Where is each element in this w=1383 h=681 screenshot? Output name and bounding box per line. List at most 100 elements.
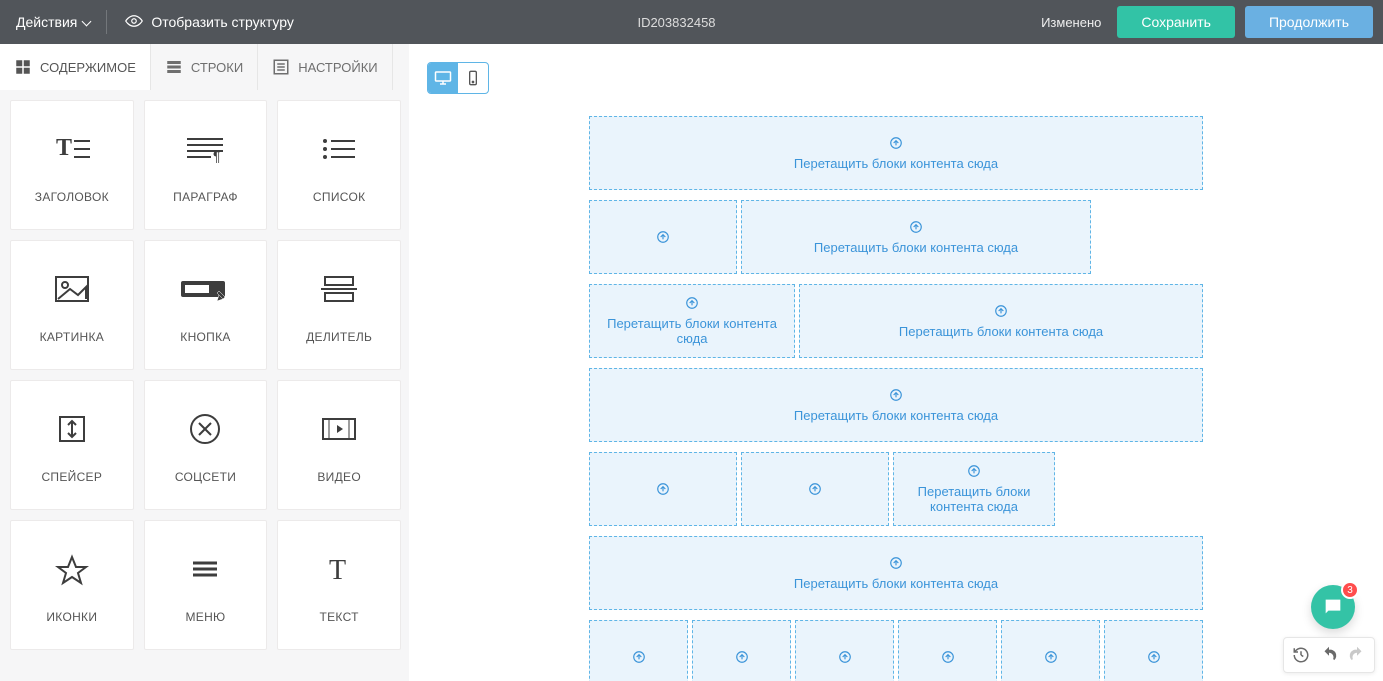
svg-text:T: T (56, 135, 72, 161)
drop-zone[interactable] (1104, 620, 1203, 681)
block-paragraph[interactable]: ¶ ПАРАГРАФ (144, 100, 268, 230)
drop-zone[interactable] (589, 620, 688, 681)
block-spacer[interactable]: СПЕЙСЕР (10, 380, 134, 510)
content-blocks-list: T ЗАГОЛОВОК ¶ ПАРАГРАФ СПИСОК (0, 90, 409, 681)
tab-rows[interactable]: СТРОКИ (151, 44, 258, 90)
continue-button[interactable]: Продолжить (1245, 6, 1373, 38)
device-mobile-button[interactable] (458, 63, 488, 93)
drop-zone[interactable]: Перетащить блоки контента сюда (893, 452, 1055, 526)
block-menu-label: МЕНЮ (185, 610, 225, 624)
actions-menu-label: Действия (16, 14, 77, 30)
document-id: ID203832458 (312, 15, 1041, 30)
drop-zone[interactable] (898, 620, 997, 681)
arrow-up-circle-icon (889, 388, 903, 402)
history-button[interactable] (1288, 642, 1314, 668)
block-divider[interactable]: ДЕЛИТЕЛЬ (277, 240, 401, 370)
text-icon: T (317, 546, 361, 592)
drop-row: Перетащить блоки контента сюда (589, 200, 1203, 274)
block-heading[interactable]: T ЗАГОЛОВОК (10, 100, 134, 230)
drop-hint-text: Перетащить блоки контента сюда (794, 408, 998, 423)
block-divider-label: ДЕЛИТЕЛЬ (306, 330, 372, 344)
spacer-icon (50, 406, 94, 452)
social-icon (183, 406, 227, 452)
chat-badge: 3 (1341, 581, 1359, 599)
template-area: Перетащить блоки контента сюда Перетащить… (589, 64, 1203, 681)
drop-zone[interactable]: Перетащить блоки контента сюда (589, 368, 1203, 442)
block-video-label: ВИДЕО (317, 470, 361, 484)
save-button[interactable]: Сохранить (1117, 6, 1235, 38)
drop-zone[interactable] (692, 620, 791, 681)
undo-button[interactable] (1316, 642, 1342, 668)
tab-rows-label: СТРОКИ (191, 60, 243, 75)
block-icons-label: ИКОНКИ (46, 610, 97, 624)
eye-icon (125, 12, 143, 33)
drop-zone[interactable] (795, 620, 894, 681)
show-structure-label: Отобразить структуру (151, 14, 294, 30)
drop-zone[interactable]: Перетащить блоки контента сюда (589, 116, 1203, 190)
drop-zone[interactable]: Перетащить блоки контента сюда (589, 536, 1203, 610)
arrow-up-circle-icon (808, 482, 822, 496)
drop-zone[interactable]: Перетащить блоки контента сюда (589, 284, 795, 358)
drop-zone[interactable] (741, 452, 889, 526)
block-spacer-label: СПЕЙСЕР (41, 470, 102, 484)
status-label: Изменено (1041, 15, 1101, 30)
svg-text:T: T (329, 555, 346, 586)
tab-content[interactable]: СОДЕРЖИМОЕ (0, 44, 151, 90)
arrow-up-circle-icon (1147, 650, 1161, 664)
block-button-label: КНОПКА (180, 330, 230, 344)
block-social-label: СОЦСЕТИ (175, 470, 236, 484)
device-desktop-button[interactable] (428, 63, 458, 93)
actions-menu-button[interactable]: Действия (0, 0, 106, 44)
arrow-up-circle-icon (909, 220, 923, 234)
redo-button[interactable] (1344, 642, 1370, 668)
chat-widget[interactable]: 3 (1311, 585, 1355, 629)
block-text-label: ТЕКСТ (320, 610, 359, 624)
block-icons[interactable]: ИКОНКИ (10, 520, 134, 650)
block-text[interactable]: T ТЕКСТ (277, 520, 401, 650)
arrow-up-circle-icon (889, 136, 903, 150)
sidebar-tabs: СОДЕРЖИМОЕ СТРОКИ НАСТРОЙКИ (0, 44, 409, 90)
topbar: Действия Отобразить структуру ID20383245… (0, 0, 1383, 44)
block-menu[interactable]: МЕНЮ (144, 520, 268, 650)
arrow-up-circle-icon (685, 296, 699, 310)
arrow-up-circle-icon (735, 650, 749, 664)
history-bar (1283, 637, 1375, 673)
block-button[interactable]: КНОПКА (144, 240, 268, 370)
arrow-up-circle-icon (994, 304, 1008, 318)
drop-zone[interactable] (589, 200, 737, 274)
block-heading-label: ЗАГОЛОВОК (35, 190, 109, 204)
block-list-label: СПИСОК (313, 190, 365, 204)
block-social[interactable]: СОЦСЕТИ (144, 380, 268, 510)
block-paragraph-label: ПАРАГРАФ (173, 190, 238, 204)
drop-zone[interactable] (589, 452, 737, 526)
drop-zone[interactable] (1001, 620, 1100, 681)
block-image[interactable]: КАРТИНКА (10, 240, 134, 370)
drop-row: Перетащить блоки контента сюда (589, 116, 1203, 190)
drop-hint-text: Перетащить блоки контента сюда (814, 240, 1018, 255)
drop-zone[interactable]: Перетащить блоки контента сюда (799, 284, 1203, 358)
svg-text:¶: ¶ (213, 148, 221, 164)
arrow-up-circle-icon (838, 650, 852, 664)
video-icon (317, 406, 361, 452)
block-video[interactable]: ВИДЕО (277, 380, 401, 510)
block-image-label: КАРТИНКА (40, 330, 104, 344)
tab-settings[interactable]: НАСТРОЙКИ (258, 44, 392, 90)
drop-hint-text: Перетащить блоки контента сюда (794, 576, 998, 591)
list-icon (317, 126, 361, 172)
paragraph-icon: ¶ (183, 126, 227, 172)
arrow-up-circle-icon (889, 556, 903, 570)
drop-hint-text: Перетащить блоки контента сюда (899, 324, 1103, 339)
block-list[interactable]: СПИСОК (277, 100, 401, 230)
drop-row: Перетащить блоки контента сюда (589, 452, 1203, 526)
show-structure-toggle[interactable]: Отобразить структуру (107, 0, 312, 44)
drop-hint-text: Перетащить блоки контента сюда (900, 484, 1048, 514)
drop-hint-text: Перетащить блоки контента сюда (596, 316, 788, 346)
sidebar: СОДЕРЖИМОЕ СТРОКИ НАСТРОЙКИ T ЗАГОЛОВОК (0, 44, 409, 681)
drop-zone[interactable]: Перетащить блоки контента сюда (741, 200, 1091, 274)
arrow-up-circle-icon (632, 650, 646, 664)
menu-icon (183, 546, 227, 592)
drop-row: Перетащить блоки контента сюда (589, 536, 1203, 610)
main: СОДЕРЖИМОЕ СТРОКИ НАСТРОЙКИ T ЗАГОЛОВОК (0, 44, 1383, 681)
tab-content-label: СОДЕРЖИМОЕ (40, 60, 136, 75)
device-toggle (427, 62, 489, 94)
